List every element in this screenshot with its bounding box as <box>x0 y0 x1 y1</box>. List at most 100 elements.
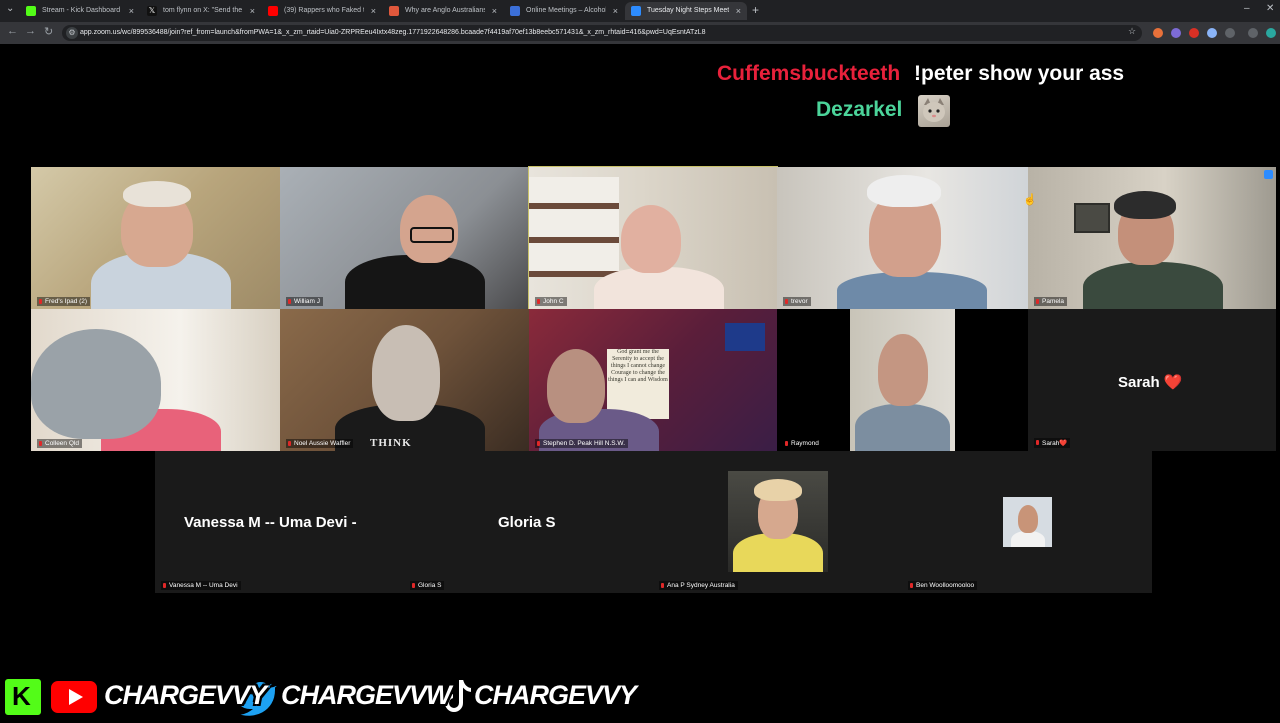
back-icon[interactable]: ← <box>7 25 18 37</box>
participant-video <box>372 325 440 421</box>
participant-tile[interactable]: William J <box>280 167 529 309</box>
chat-text: !peter show your ass <box>914 62 1125 85</box>
participant-video <box>345 255 485 309</box>
aa-icon <box>510 6 520 16</box>
avatar <box>1003 497 1052 547</box>
participant-tile[interactable]: Pamela <box>1028 167 1276 309</box>
participant-video <box>754 479 802 501</box>
participant-video <box>837 272 987 309</box>
view-options-icon[interactable] <box>1264 170 1273 179</box>
participant-name: Gloria S <box>410 581 445 590</box>
tab-zoom[interactable]: Tuesday Night Steps Meeti × <box>625 2 747 20</box>
shirt-text: THINK <box>370 437 412 449</box>
participant-video <box>594 267 724 309</box>
participant-video <box>1114 191 1176 219</box>
participant-video <box>878 334 928 406</box>
zoom-icon <box>631 6 641 16</box>
tab-title: Why are Anglo Australians "Au <box>405 7 485 14</box>
participant-tile[interactable]: Sarah ❤️ Sarah❤️ <box>1028 309 1276 451</box>
url-text: app.zoom.us/wc/899536488/join?ref_from=l… <box>80 29 706 36</box>
participant-video <box>31 329 161 439</box>
close-icon[interactable]: × <box>736 2 741 20</box>
puzzle-icon[interactable] <box>1225 28 1235 38</box>
participant-video <box>850 309 955 451</box>
site-info-icon[interactable]: ⚙ <box>66 27 78 39</box>
x-icon: 𝕏 <box>147 6 157 16</box>
participant-tile[interactable]: God grant me the Serenity to accept the … <box>529 309 777 451</box>
tab-strip: ⌄ Stream - Kick Dashboard × 𝕏 tom flynn … <box>0 0 1280 22</box>
extension-icon[interactable] <box>1153 28 1163 38</box>
close-icon[interactable]: × <box>129 2 134 20</box>
sidebar-icon[interactable] <box>1248 28 1258 38</box>
participant-name: Colleen Qld <box>37 439 82 448</box>
participant-tile[interactable]: Gloria S Gloria S <box>404 451 653 593</box>
tab-search-icon[interactable]: ⌄ <box>6 3 14 14</box>
participant-tile[interactable]: THINK Noel Aussie Waffler <box>280 309 529 451</box>
participant-tile[interactable]: trevor <box>777 167 1028 309</box>
youtube-handle: CHARGEVVY <box>104 680 267 710</box>
browser-toolbar: ← → ↻ ⚙ app.zoom.us/wc/899536488/join?re… <box>0 22 1280 44</box>
tab-anglo[interactable]: Why are Anglo Australians "Au × <box>383 2 503 20</box>
youtube-icon <box>268 6 278 16</box>
participant-name: William J <box>286 297 323 306</box>
participant-name: Raymond <box>783 439 822 448</box>
tab-title: Online Meetings – Alcoholics A <box>526 7 606 14</box>
tab-kick[interactable]: Stream - Kick Dashboard × <box>20 2 140 20</box>
extension-icon[interactable] <box>1207 28 1217 38</box>
participant-tile[interactable]: Vanessa M -- Uma Devi - Vanessa M -- Uma… <box>155 451 404 593</box>
participant-tile[interactable]: Raymond <box>777 309 1028 451</box>
participant-name: Ben Woolloomooloo <box>908 581 978 590</box>
profile-avatar[interactable] <box>1266 28 1276 38</box>
flag <box>725 323 765 351</box>
tab-title: tom flynn on X: "Send the tras <box>163 7 243 14</box>
participant-name: Vanessa M -- Uma Devi <box>161 581 241 590</box>
chat-username: Dezarkel <box>816 98 903 121</box>
kick-icon: K <box>2 676 44 718</box>
participant-display-name: Vanessa M -- Uma Devi - <box>184 514 357 531</box>
participant-tile[interactable]: Ana P Sydney Australia <box>653 451 902 593</box>
tab-title: Tuesday Night Steps Meeti <box>647 7 729 14</box>
participant-name: John C <box>535 297 567 306</box>
participant-video <box>410 227 454 243</box>
forward-icon[interactable]: → <box>25 25 36 37</box>
tab-aa[interactable]: Online Meetings – Alcoholics A × <box>504 2 624 20</box>
tab-x[interactable]: 𝕏 tom flynn on X: "Send the tras × <box>141 2 261 20</box>
participant-display-name: Gloria S <box>498 514 556 531</box>
chat-username: Cuffemsbuckteeth <box>717 62 901 85</box>
tab-youtube[interactable]: (39) Rappers who Faked their li × <box>262 2 382 20</box>
participant-tile[interactable]: Ben Woolloomooloo <box>902 451 1152 593</box>
participant-video <box>728 471 828 572</box>
close-window-icon[interactable]: ✕ <box>1266 3 1274 14</box>
participant-tile[interactable]: John C <box>528 166 778 310</box>
close-icon[interactable]: × <box>250 2 255 20</box>
close-icon[interactable]: × <box>613 2 618 20</box>
close-icon[interactable]: × <box>492 2 497 20</box>
participant-display-name: Sarah ❤️ <box>1118 374 1183 391</box>
site-icon <box>389 6 399 16</box>
minimize-icon[interactable]: – <box>1244 3 1250 14</box>
cursor-icon: ☝ <box>1023 194 1037 206</box>
extension-icon[interactable] <box>1189 28 1199 38</box>
close-icon[interactable]: × <box>371 2 376 20</box>
extension-icon[interactable] <box>1171 28 1181 38</box>
participant-video <box>1018 505 1038 533</box>
participant-name: Pamela <box>1034 297 1068 306</box>
participant-video <box>1083 262 1223 309</box>
new-tab-icon[interactable]: + <box>752 3 759 17</box>
youtube-icon <box>48 678 100 716</box>
participant-name: Sarah❤️ <box>1034 438 1071 448</box>
participant-video <box>1074 203 1110 233</box>
participant-video <box>855 404 950 451</box>
tiktok-handle: CHARGEVVY <box>474 680 637 710</box>
participant-video <box>529 177 619 277</box>
participant-tile[interactable]: Fred's Ipad (2) <box>31 167 280 309</box>
tab-title: (39) Rappers who Faked their li <box>284 7 364 14</box>
reload-icon[interactable]: ↻ <box>44 25 53 38</box>
tab-title: Stream - Kick Dashboard <box>42 7 121 14</box>
participant-video <box>547 349 605 423</box>
participant-tile[interactable]: Colleen Qld <box>31 309 280 451</box>
participant-name: Fred's Ipad (2) <box>37 297 91 306</box>
address-bar[interactable]: ⚙ app.zoom.us/wc/899536488/join?ref_from… <box>62 25 1142 41</box>
twitter-handle: CHARGEVVW <box>281 680 452 710</box>
bookmark-star-icon[interactable]: ☆ <box>1128 26 1136 37</box>
